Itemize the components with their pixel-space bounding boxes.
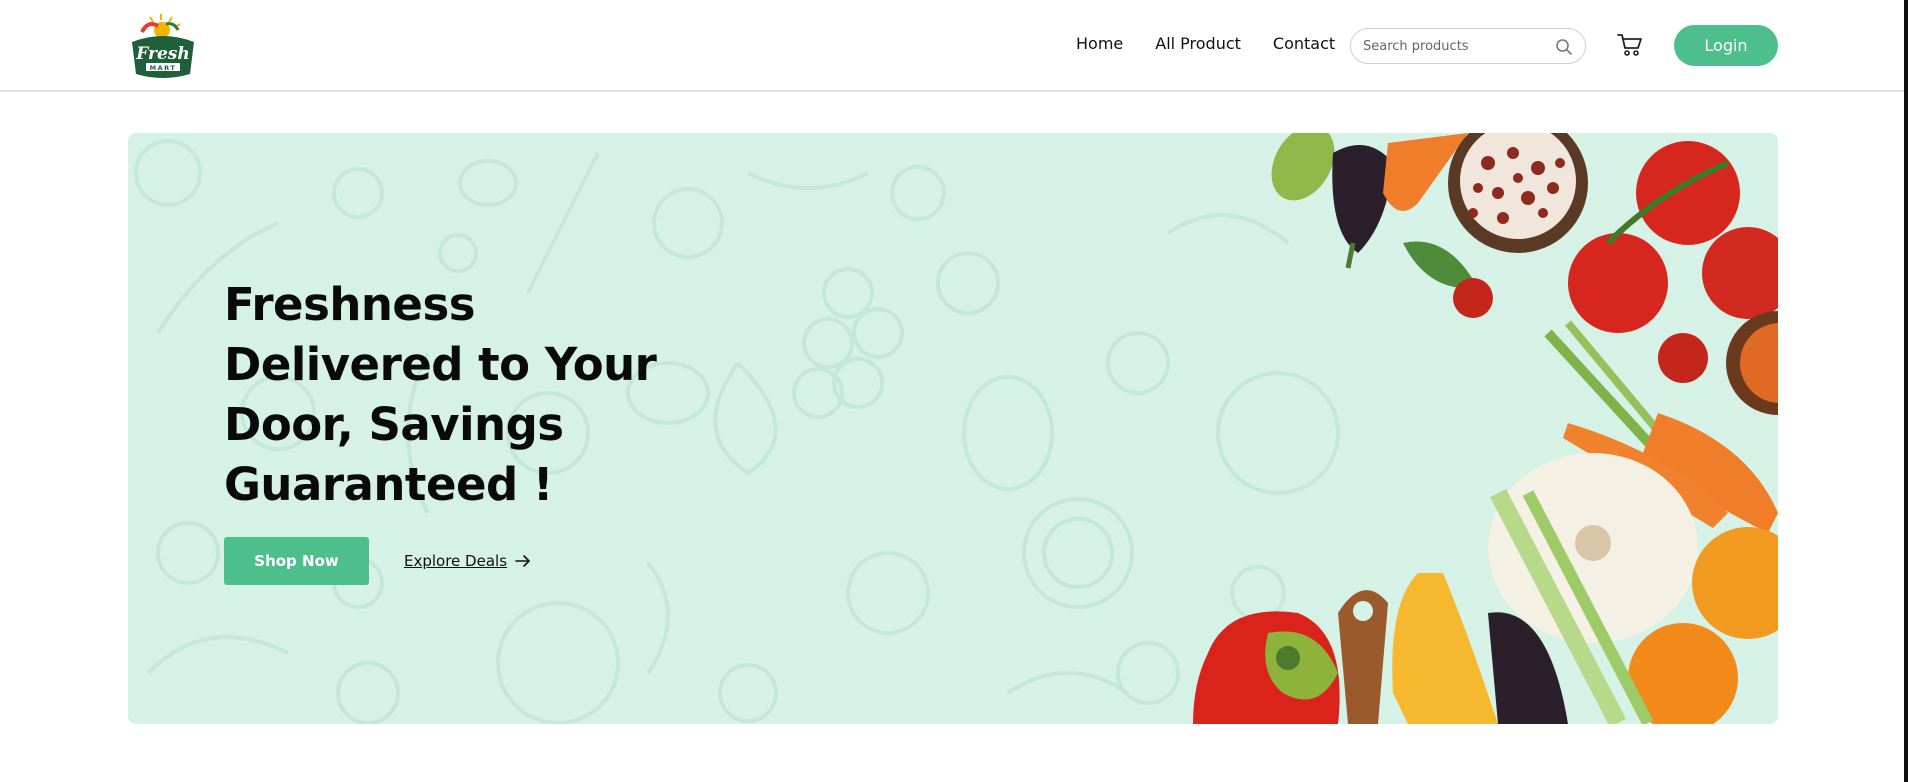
cart-icon[interactable] (1617, 32, 1643, 58)
nav-contact[interactable]: Contact (1273, 34, 1335, 53)
hero-headline: Freshness Delivered to Your Door, Saving… (224, 275, 744, 515)
search-box (1350, 28, 1586, 64)
logo-text: Fresh (135, 44, 189, 64)
explore-deals-link[interactable]: Explore Deals (404, 552, 531, 570)
search-input[interactable] (1363, 38, 1543, 54)
logo-sun-leaf-icon: Fresh MART (132, 14, 194, 78)
search-icon[interactable] (1555, 38, 1573, 56)
headline-line-1: Freshness (224, 278, 476, 331)
vegetables-image (1193, 133, 1778, 724)
headline-line-4: Guaranteed ! (224, 458, 553, 511)
logo-subtext: MART (150, 64, 177, 72)
site-header: Fresh MART Home All Product Contact Logi… (0, 0, 1908, 92)
explore-deals-label: Explore Deals (404, 552, 508, 570)
nav-home[interactable]: Home (1076, 34, 1123, 53)
arrow-right-icon (515, 555, 530, 567)
login-button[interactable]: Login (1674, 25, 1778, 66)
logo[interactable]: Fresh MART (128, 12, 198, 78)
scrollbar[interactable] (1904, 0, 1908, 782)
headline-line-3: Door, Savings (224, 398, 564, 451)
shop-now-button[interactable]: Shop Now (224, 537, 369, 585)
main-nav: Home All Product Contact (1076, 34, 1335, 53)
hero-banner: Freshness Delivered to Your Door, Saving… (128, 133, 1778, 724)
page: Fresh MART Home All Product Contact Logi… (0, 0, 1908, 782)
nav-all-product[interactable]: All Product (1155, 34, 1241, 53)
headline-line-2: Delivered to Your (224, 338, 657, 391)
